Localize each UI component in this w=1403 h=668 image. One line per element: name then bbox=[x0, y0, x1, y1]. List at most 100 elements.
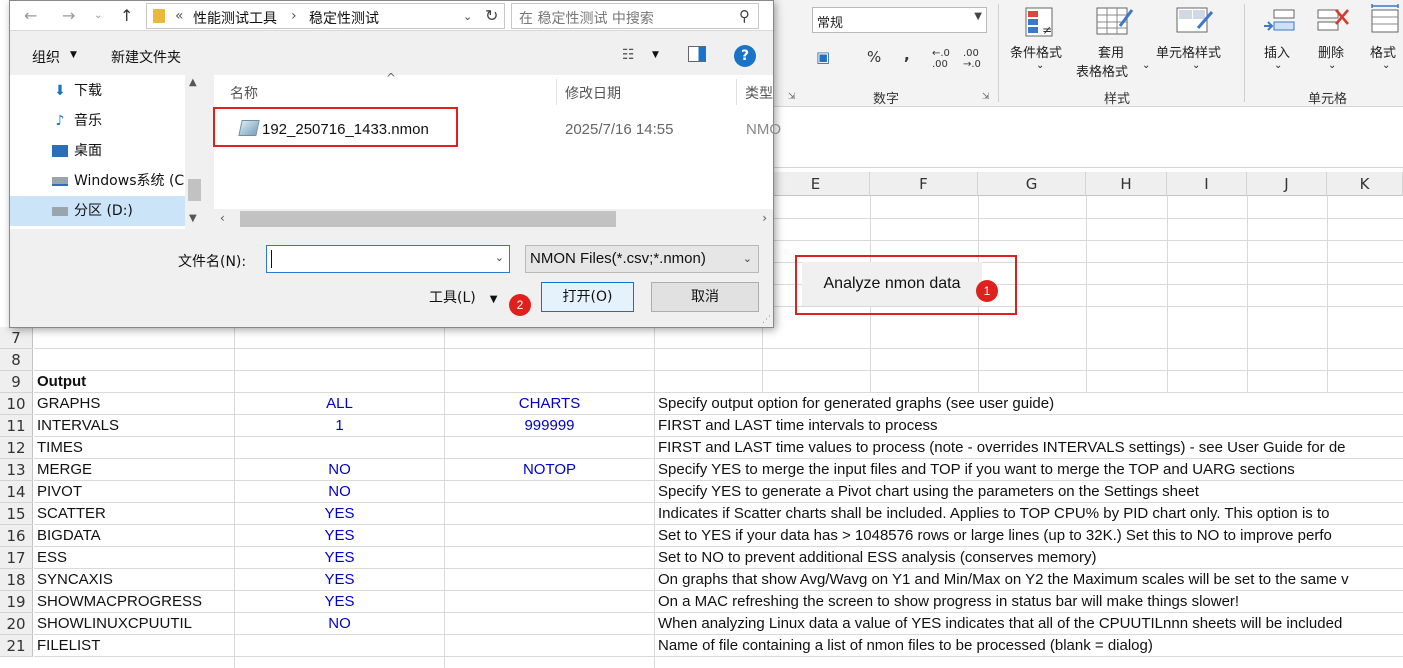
row-number[interactable]: 16 bbox=[0, 525, 33, 547]
row-number[interactable]: 13 bbox=[0, 459, 33, 481]
nav-item-drive-c[interactable]: Windows系统 (C bbox=[10, 166, 185, 196]
nav-scrollbar[interactable]: ▲ ▼ bbox=[185, 75, 204, 229]
number-format-select[interactable]: 常规 ▼ bbox=[812, 7, 987, 33]
format-button[interactable]: 格式 bbox=[1370, 42, 1396, 61]
cell-c[interactable] bbox=[446, 349, 653, 371]
search-input[interactable]: 在 稳定性测试 中搜索 ⚲ bbox=[511, 3, 759, 29]
breadcrumb-overflow-icon[interactable]: « bbox=[175, 8, 184, 24]
row-number[interactable]: 9 bbox=[0, 371, 33, 393]
breadcrumb-item[interactable]: 性能测试工具 bbox=[193, 8, 277, 28]
organize-button[interactable]: 组织 bbox=[32, 47, 60, 67]
format-as-table-button[interactable]: 表格格式 bbox=[1076, 61, 1128, 80]
cell-a[interactable]: SCATTER bbox=[37, 503, 232, 525]
column-name[interactable]: 名称 bbox=[230, 83, 258, 103]
path-box[interactable]: « 性能测试工具 › 稳定性测试 ⌄ ↻ bbox=[146, 3, 505, 29]
cell-b[interactable] bbox=[236, 349, 443, 371]
cell-a[interactable]: GRAPHS bbox=[37, 393, 232, 415]
cell-d[interactable] bbox=[658, 327, 1403, 349]
cell-a[interactable] bbox=[37, 327, 232, 349]
cell-d[interactable]: On a MAC refreshing the screen to show p… bbox=[658, 591, 1403, 613]
cell-b[interactable] bbox=[236, 327, 443, 349]
back-arrow-icon[interactable]: ← bbox=[24, 6, 37, 25]
cell-b[interactable]: YES bbox=[236, 547, 443, 569]
conditional-format-button[interactable]: 条件格式 bbox=[1010, 42, 1062, 61]
cell-d[interactable] bbox=[658, 349, 1403, 371]
column-header-i[interactable]: I bbox=[1167, 172, 1247, 196]
scroll-down-icon[interactable]: ▼ bbox=[189, 213, 197, 224]
insert-button[interactable]: 插入 bbox=[1264, 42, 1290, 61]
breadcrumb-item[interactable]: 稳定性测试 bbox=[309, 8, 379, 28]
forward-arrow-icon[interactable]: → bbox=[62, 6, 75, 25]
scroll-up-icon[interactable]: ▲ bbox=[189, 77, 197, 88]
cell-b[interactable] bbox=[236, 437, 443, 459]
row-number[interactable]: 10 bbox=[0, 393, 33, 415]
row-number[interactable]: 20 bbox=[0, 613, 33, 635]
cell-c[interactable]: CHARTS bbox=[446, 393, 653, 415]
chevron-down-icon[interactable]: ⌄ bbox=[463, 10, 472, 23]
row-number[interactable]: 11 bbox=[0, 415, 33, 437]
dialog-launcher-icon[interactable]: ⇲ bbox=[788, 92, 796, 102]
cell-d[interactable]: On graphs that show Avg/Wavg on Y1 and M… bbox=[658, 569, 1403, 591]
cell-a[interactable]: SHOWMACPROGRESS bbox=[37, 591, 232, 613]
cell-c[interactable] bbox=[446, 547, 653, 569]
refresh-icon[interactable]: ↻ bbox=[485, 6, 498, 25]
column-separator[interactable] bbox=[736, 79, 737, 105]
up-arrow-icon[interactable]: ↑ bbox=[120, 6, 133, 25]
column-header-k[interactable]: K bbox=[1327, 172, 1403, 196]
new-folder-button[interactable]: 新建文件夹 bbox=[111, 47, 181, 67]
cell-styles-button[interactable]: 单元格样式 bbox=[1156, 42, 1221, 61]
cell-b[interactable]: YES bbox=[236, 569, 443, 591]
format-as-table-label1[interactable]: 套用 bbox=[1098, 42, 1124, 61]
cell-b[interactable]: NO bbox=[236, 481, 443, 503]
cell-b[interactable] bbox=[236, 635, 443, 657]
delete-button[interactable]: 删除 bbox=[1318, 42, 1344, 61]
cell-b[interactable]: NO bbox=[236, 613, 443, 635]
cell-d[interactable] bbox=[658, 371, 1403, 393]
cell-c[interactable] bbox=[446, 437, 653, 459]
dialog-launcher-icon[interactable]: ⇲ bbox=[982, 92, 990, 102]
scrollbar-thumb[interactable] bbox=[240, 211, 616, 227]
chevron-down-icon[interactable]: ⌄ bbox=[495, 251, 504, 264]
row-number[interactable]: 18 bbox=[0, 569, 33, 591]
cell-b[interactable]: YES bbox=[236, 503, 443, 525]
cell-c[interactable] bbox=[446, 503, 653, 525]
currency-icon[interactable]: ▣ bbox=[816, 48, 830, 66]
view-options-icon[interactable]: ☷ bbox=[622, 47, 635, 63]
cell-a[interactable]: INTERVALS bbox=[37, 415, 232, 437]
resize-grip-icon[interactable]: ⋰ bbox=[762, 315, 771, 325]
cell-d[interactable]: FIRST and LAST time values to process (n… bbox=[658, 437, 1403, 459]
open-button[interactable]: 打开(O) bbox=[541, 282, 634, 312]
cell-d[interactable]: Set to YES if your data has > 1048576 ro… bbox=[658, 525, 1403, 547]
cell-c[interactable] bbox=[446, 613, 653, 635]
cell-c[interactable] bbox=[446, 525, 653, 547]
cell-d[interactable]: FIRST and LAST time intervals to process bbox=[658, 415, 1403, 437]
cell-a[interactable]: PIVOT bbox=[37, 481, 232, 503]
cell-b[interactable]: ALL bbox=[236, 393, 443, 415]
chevron-down-icon[interactable]: ⌄ bbox=[94, 10, 102, 21]
cell-c[interactable] bbox=[446, 371, 653, 393]
horizontal-scrollbar[interactable]: ‹ › bbox=[214, 209, 773, 229]
filename-input[interactable]: ⌄ bbox=[266, 245, 510, 273]
percent-button[interactable]: % bbox=[867, 48, 881, 66]
cell-d[interactable]: Set to NO to prevent additional ESS anal… bbox=[658, 547, 1403, 569]
cancel-button[interactable]: 取消 bbox=[651, 282, 759, 312]
row-number[interactable]: 17 bbox=[0, 547, 33, 569]
row-number[interactable]: 15 bbox=[0, 503, 33, 525]
column-separator[interactable] bbox=[556, 79, 557, 105]
cell-a[interactable]: BIGDATA bbox=[37, 525, 232, 547]
comma-button[interactable]: , bbox=[904, 46, 910, 64]
scrollbar-thumb[interactable] bbox=[188, 179, 201, 201]
cell-d[interactable]: When analyzing Linux data a value of YES… bbox=[658, 613, 1403, 635]
cell-d[interactable]: Name of file containing a list of nmon f… bbox=[658, 635, 1403, 657]
cell-c[interactable] bbox=[446, 481, 653, 503]
file-type-filter-select[interactable]: NMON Files(*.csv;*.nmon) ⌄ bbox=[525, 245, 759, 273]
chevron-down-icon[interactable]: ▼ bbox=[652, 50, 659, 60]
nav-item-desktop[interactable]: 桌面 bbox=[10, 136, 185, 166]
help-icon[interactable]: ? bbox=[734, 45, 756, 67]
cell-d[interactable]: Specify YES to merge the input files and… bbox=[658, 459, 1403, 481]
column-header-e[interactable]: E bbox=[762, 172, 870, 196]
cell-b[interactable]: NO bbox=[236, 459, 443, 481]
nav-item-music[interactable]: ♪ 音乐 bbox=[10, 106, 185, 136]
cell-d[interactable]: Specify YES to generate a Pivot chart us… bbox=[658, 481, 1403, 503]
cell-a[interactable]: Output bbox=[37, 371, 232, 393]
